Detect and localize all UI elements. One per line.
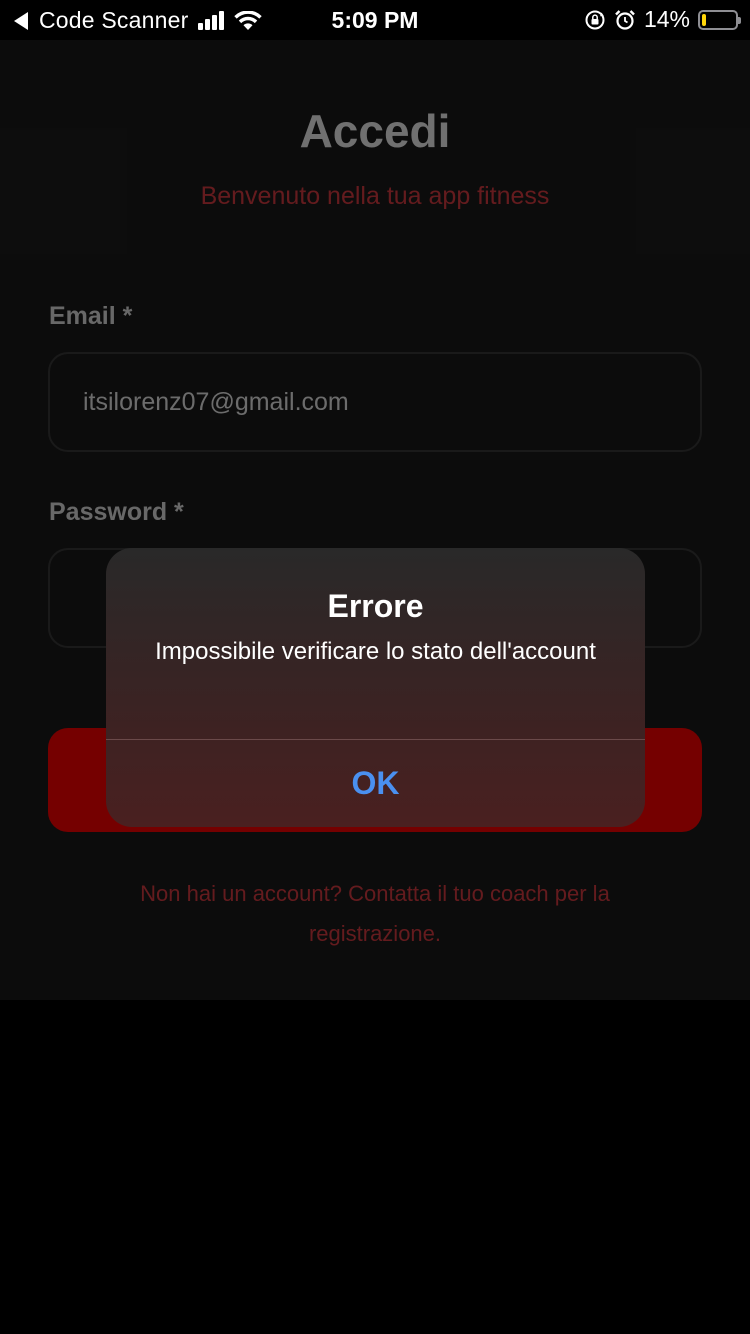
error-alert: Errore Impossibile verificare lo stato d… <box>106 548 645 827</box>
status-bar: Code Scanner 5:09 PM 14% <box>0 0 750 40</box>
battery-icon <box>698 9 741 30</box>
rotation-lock-icon <box>585 10 605 29</box>
status-indicators: 14% <box>584 6 741 33</box>
alert-title: Errore <box>327 588 424 624</box>
modal-backdrop <box>0 40 750 1000</box>
alarm-icon <box>615 9 635 30</box>
ok-button[interactable]: OK <box>106 740 645 827</box>
battery-percentage: 14% <box>643 6 690 32</box>
empty-area <box>0 1000 750 1334</box>
screen: Code Scanner 5:09 PM 14% Accedi Benvenut… <box>0 0 750 1334</box>
battery-level <box>702 13 706 26</box>
alert-message: Impossibile verificare lo stato dell'acc… <box>155 638 596 665</box>
